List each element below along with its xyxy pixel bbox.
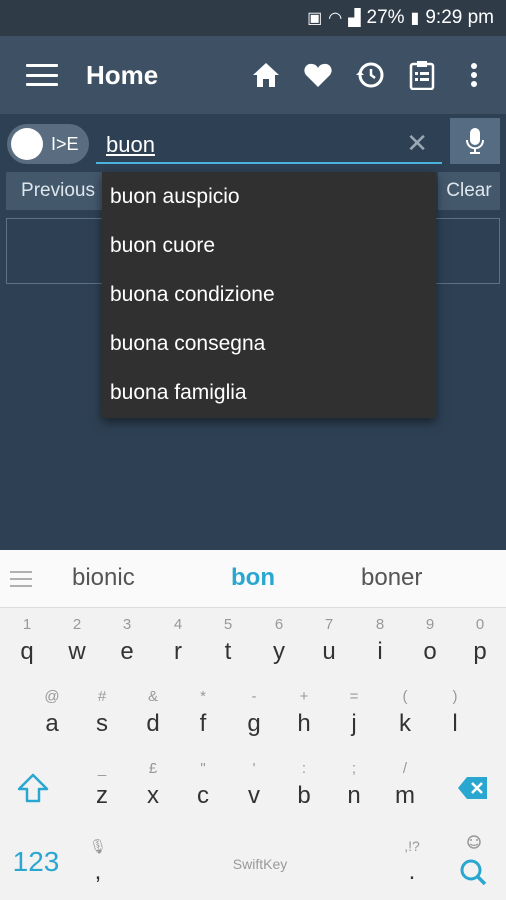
prediction-bar: bionic bon boner <box>0 550 506 608</box>
key-n[interactable]: ; n <box>331 756 377 820</box>
suggestions-dropdown: buon auspicio buon cuore buona condizion… <box>102 172 436 418</box>
keyboard-menu-icon[interactable] <box>10 571 32 587</box>
signal-icon: ▟ <box>348 10 361 27</box>
more-vert-icon[interactable] <box>458 59 490 91</box>
key-v[interactable]: ' v <box>231 756 277 820</box>
swiftkey-logo: SwiftKey <box>232 856 288 872</box>
prediction-right[interactable]: boner <box>361 564 422 592</box>
numbers-key[interactable]: 123 <box>6 832 66 892</box>
previous-button[interactable]: Previous <box>6 172 110 210</box>
clear-button[interactable]: Clear <box>438 172 500 210</box>
space-key[interactable]: SwiftKey <box>130 836 390 892</box>
key-row-1: 1q 2w 3e 4r 5t 6y 7u 8i 9o 0p <box>0 608 506 680</box>
app-bar: Home <box>0 36 506 114</box>
key-row-3: _ z £ x " c ' v :b ; n / m <box>0 752 506 824</box>
key-g[interactable]: -g <box>231 684 277 748</box>
key-m[interactable]: / m <box>382 756 428 820</box>
key-c[interactable]: " c <box>180 756 226 820</box>
key-t[interactable]: 5t <box>205 612 251 676</box>
key-o[interactable]: 9o <box>407 612 453 676</box>
toggle-label: I>E <box>51 133 79 154</box>
key-a[interactable]: @ a <box>29 684 75 748</box>
key-u[interactable]: 7u <box>306 612 352 676</box>
clipboard-icon[interactable] <box>406 59 438 91</box>
history-icon[interactable] <box>354 59 386 91</box>
key-r[interactable]: 4r <box>155 612 201 676</box>
key-q[interactable]: 1q <box>4 612 50 676</box>
language-toggle[interactable]: I>E <box>7 124 89 164</box>
suggestion-item[interactable]: buona famiglia <box>102 368 436 417</box>
key-l[interactable]: ) l <box>432 684 478 748</box>
suggestion-item[interactable]: buona consegna <box>102 319 436 368</box>
key-p[interactable]: 0p <box>457 612 503 676</box>
suggestion-item[interactable]: buon cuore <box>102 221 436 270</box>
suggestion-item[interactable]: buona condizione <box>102 270 436 319</box>
key-i[interactable]: 8i <box>357 612 403 676</box>
close-icon[interactable]: ✕ <box>406 128 428 159</box>
key-x[interactable]: £ x <box>130 756 176 820</box>
key-k[interactable]: (k <box>382 684 428 748</box>
backspace-icon[interactable] <box>440 756 506 820</box>
key-j[interactable]: = j <box>331 684 377 748</box>
mic-small-icon: 🎙 <box>89 838 107 854</box>
toggle-knob <box>11 128 43 160</box>
battery-icon: ▮ <box>410 10 420 27</box>
key-f[interactable]: * f <box>180 684 226 748</box>
prediction-left[interactable]: bionic <box>72 564 135 592</box>
key-row-2: @ a # s & d * f -g + h = j (k ) l <box>0 680 506 752</box>
key-h[interactable]: + h <box>281 684 327 748</box>
key-y[interactable]: 6y <box>256 612 302 676</box>
clock: 9:29 pm <box>425 7 494 28</box>
menu-icon[interactable] <box>24 60 60 90</box>
status-bar: ▣ ◠ ▟ 27% ▮ 9:29 pm <box>0 0 506 36</box>
key-b[interactable]: :b <box>281 756 327 820</box>
page-title: Home <box>86 59 159 90</box>
home-icon[interactable] <box>250 59 282 91</box>
search-field: ✕ <box>96 124 442 164</box>
suggestion-item[interactable]: buon auspicio <box>102 172 436 221</box>
prediction-center[interactable]: bon <box>231 564 275 592</box>
battery-percent: 27% <box>366 7 405 28</box>
search-input[interactable] <box>106 128 396 162</box>
wifi-icon: ◠ <box>328 10 343 27</box>
search-icon[interactable] <box>446 832 502 892</box>
sim-icon: ▣ <box>307 10 323 27</box>
key-d[interactable]: & d <box>130 684 176 748</box>
key-z[interactable]: _ z <box>79 756 125 820</box>
key-s[interactable]: # s <box>79 684 125 748</box>
key-e[interactable]: 3e <box>104 612 150 676</box>
key-w[interactable]: 2w <box>54 612 100 676</box>
key-comma[interactable]: 🎙 , <box>78 832 118 892</box>
shift-icon[interactable] <box>0 756 66 820</box>
mic-icon[interactable] <box>450 118 500 164</box>
key-period[interactable]: ,!? . <box>392 832 432 892</box>
heart-icon[interactable] <box>302 59 334 91</box>
